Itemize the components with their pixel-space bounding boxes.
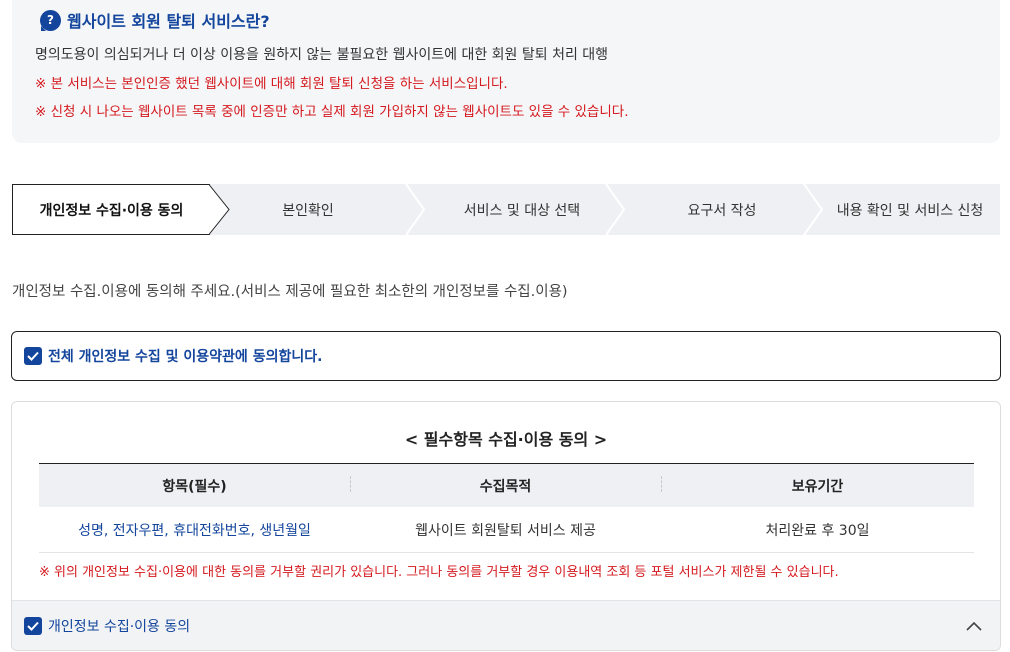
refusal-right-note: ※ 위의 개인정보 수집·이용에 대한 동의를 거부할 권리가 있습니다. 그러… bbox=[39, 565, 839, 580]
step-label: 개인정보 수집·이용 동의 bbox=[39, 202, 184, 219]
step-label: 요구서 작성 bbox=[687, 202, 757, 219]
checkbox-checked-icon[interactable] bbox=[24, 616, 42, 635]
step-arrow-active bbox=[209, 184, 230, 235]
agree-all-label: 전체 개인정보 수집 및 이용약관에 동의합니다. bbox=[48, 349, 323, 365]
step-label: 서비스 및 대상 선택 bbox=[463, 202, 581, 219]
info-note-2: ※ 신청 시 나오는 웹사이트 목록 중에 인증만 하고 실제 회원 가입하지 … bbox=[35, 104, 629, 120]
terms-consent-label: 개인정보 수집·이용 동의 bbox=[48, 618, 191, 635]
terms-title: < 필수항목 수집·이용 동의 > bbox=[404, 430, 608, 449]
step-consent: 개인정보 수집·이용 동의 bbox=[12, 184, 210, 235]
cell-items: 성명, 전자우편, 휴대전화번호, 생년월일 bbox=[78, 522, 311, 539]
column-header-items: 항목(필수) bbox=[162, 478, 227, 495]
info-title-row: ? 웹사이트 회원 탈퇴 서비스란? bbox=[40, 8, 270, 32]
checkbox-checked-icon[interactable] bbox=[24, 347, 42, 365]
required-terms-box: < 필수항목 수집·이용 동의 > 항목(필수) 수집목적 보유기간 성명, 전… bbox=[11, 401, 1001, 651]
column-header-purpose: 수집목적 bbox=[350, 475, 661, 496]
progress-steps: 개인정보 수집·이용 동의 본인확인 서비스 및 대상 선택 요구서 작성 내용… bbox=[12, 184, 1000, 235]
column-header-retention: 보유기간 bbox=[661, 475, 974, 496]
service-info-box: ? 웹사이트 회원 탈퇴 서비스란? 명의도용이 의심되거나 더 이상 이용을 … bbox=[12, 0, 1000, 143]
step-identity: 본인확인 bbox=[230, 184, 386, 235]
step-confirm-apply: 내용 확인 및 서비스 신청 bbox=[820, 184, 1000, 235]
terms-table: 항목(필수) 수집목적 보유기간 성명, 전자우편, 휴대전화번호, 생년월일 … bbox=[39, 463, 974, 553]
agree-all-checkbox[interactable]: 전체 개인정보 수집 및 이용약관에 동의합니다. bbox=[11, 331, 1001, 381]
step-label: 내용 확인 및 서비스 신청 bbox=[836, 202, 984, 219]
terms-accordion-header[interactable]: 개인정보 수집·이용 동의 bbox=[12, 600, 1000, 650]
consent-guide-text: 개인정보 수집.이용에 동의해 주세요.(서비스 제공에 필요한 최소한의 개인… bbox=[12, 284, 568, 300]
table-header: 항목(필수) 수집목적 보유기간 bbox=[39, 463, 974, 507]
table-row: 성명, 전자우편, 휴대전화번호, 생년월일 웹사이트 회원탈퇴 서비스 제공 … bbox=[39, 507, 974, 553]
step-request-form: 요구서 작성 bbox=[622, 184, 822, 235]
cell-purpose: 웹사이트 회원탈퇴 서비스 제공 bbox=[415, 522, 596, 539]
chevron-up-icon[interactable] bbox=[964, 616, 984, 636]
step-label: 본인확인 bbox=[282, 202, 334, 219]
cell-retention: 처리완료 후 30일 bbox=[765, 522, 870, 539]
info-description: 명의도용이 의심되거나 더 이상 이용을 원하지 않는 불필요한 웹사이트에 대… bbox=[35, 47, 609, 63]
step-service-select: 서비스 및 대상 선택 bbox=[422, 184, 622, 235]
info-note-1: ※ 본 서비스는 본인인증 했던 웹사이트에 대해 회원 탈퇴 신청을 하는 서… bbox=[35, 76, 508, 92]
info-title: 웹사이트 회원 탈퇴 서비스란? bbox=[67, 12, 270, 31]
question-bubble-icon: ? bbox=[40, 9, 61, 31]
